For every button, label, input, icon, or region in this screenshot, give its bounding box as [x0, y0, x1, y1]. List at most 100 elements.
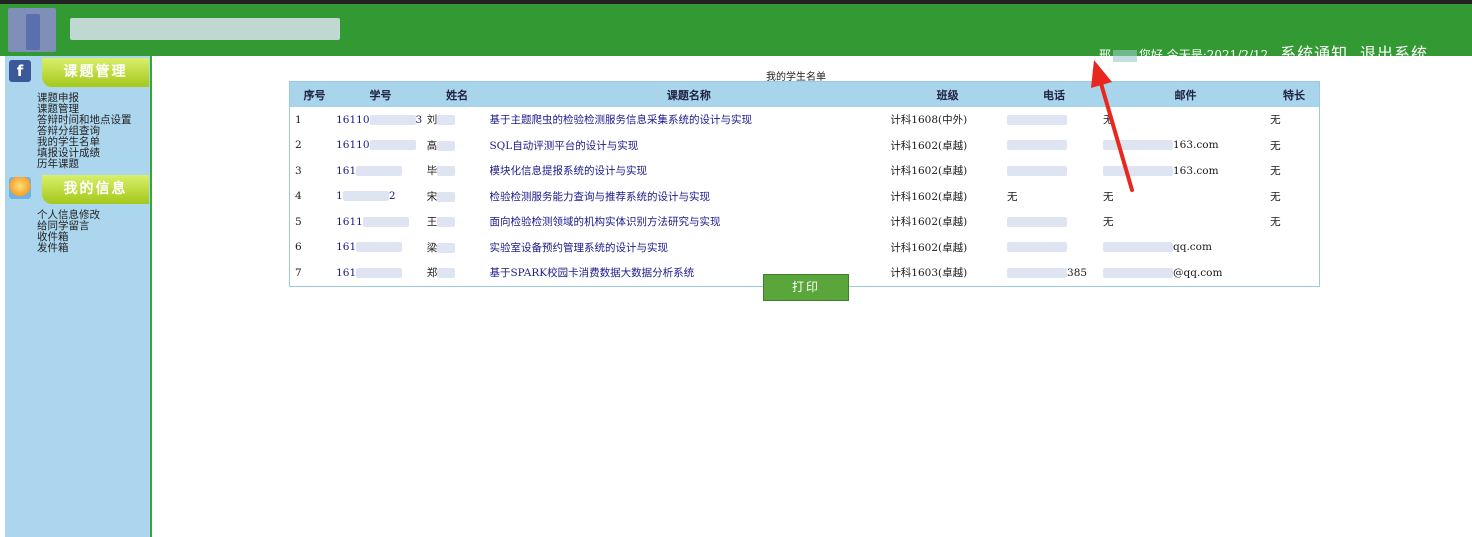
redacted-mask — [437, 191, 456, 202]
redacted-mask — [1007, 140, 1068, 151]
cell-topic: 实验室设备预约管理系统的设计与实现 — [488, 234, 890, 260]
cell-email: 无 — [1102, 107, 1270, 133]
redacted-mask — [1007, 114, 1068, 125]
table-body: 1 16110 3 刘基于主题爬虫的检验检测服务信息采集系统的设计与实现 计科1608(… — [289, 107, 1320, 286]
cell-topic-text: SQL自动评测平台的设计与实现 — [489, 139, 639, 152]
cell-class-text: 计科1602(卓越) — [890, 241, 968, 254]
cell-student-id-text: 161 — [336, 164, 357, 177]
cell-specialty — [1269, 260, 1320, 286]
site-logo — [8, 6, 348, 54]
cell-no-text: 5 — [295, 215, 302, 228]
cell-phone-text: 385 — [1067, 266, 1088, 279]
table-row: 6 161 梁 实验室设备预约管理系统的设计与实现 计科1602(卓越) qq.com — [289, 234, 1320, 260]
cell-specialty: 无 — [1269, 209, 1320, 235]
cell-email-text: 163.com — [1173, 164, 1219, 177]
redacted-mask — [342, 191, 389, 202]
cell-no-text: 6 — [295, 241, 302, 254]
cell-student-id-text: 1 — [336, 190, 343, 203]
redacted-mask — [437, 217, 456, 228]
cell-name: 毕 — [425, 158, 489, 184]
sidebar-item-outbox[interactable]: 发件箱 — [37, 243, 150, 254]
redacted-mask — [1103, 267, 1173, 278]
header-user-area: 邢 您好 今天是:2021/2/12 系统通知 退出系统 — [1099, 40, 1428, 64]
cell-specialty-text: 无 — [1270, 216, 1281, 229]
cell-no: 7 — [289, 260, 336, 286]
cell-student-id-text: 16110 — [336, 139, 370, 152]
sidebar-section-myinfo[interactable]: 我的信息 — [5, 174, 150, 206]
table-header-row: 序号 学号 姓名 课题名称 班级 电话 邮件 特长 — [289, 81, 1320, 107]
cell-topic: 基于主题爬虫的检验检测服务信息采集系统的设计与实现 — [488, 107, 890, 133]
cell-email-text: @qq.com — [1173, 266, 1223, 279]
cell-topic-text: 面向检验检测领域的机构实体识别方法研究与实现 — [489, 216, 721, 229]
cell-no: 2 — [289, 132, 336, 158]
cell-no-text: 4 — [295, 190, 302, 203]
cell-name: 梁 — [425, 234, 489, 260]
cell-class-text: 计科1608(中外) — [890, 114, 968, 127]
redacted-mask — [1007, 242, 1068, 253]
system-notify-link[interactable]: 系统通知 — [1280, 44, 1348, 63]
redacted-mask — [356, 267, 403, 278]
cell-student-id-text: 1611 — [336, 215, 363, 228]
cell-specialty: 无 — [1269, 158, 1320, 184]
redacted-mask — [1103, 242, 1173, 253]
cell-student-id-tail: 3 — [415, 113, 423, 126]
cell-student-id-text: 16110 — [336, 113, 370, 126]
cell-no: 5 — [289, 209, 336, 235]
cell-specialty-text: 无 — [1270, 165, 1281, 178]
col-header-name: 姓名 — [425, 81, 489, 107]
cell-class-text: 计科1602(卓越) — [890, 190, 968, 203]
redacted-mask — [437, 115, 456, 126]
cell-student-id: 161 — [335, 234, 426, 260]
redacted-mask — [1007, 267, 1068, 278]
student-list-table: 序号 学号 姓名 课题名称 班级 电话 邮件 特长 1 16110 3 刘基于主题爬虫… — [289, 81, 1320, 287]
col-header-phone: 电话 — [1006, 81, 1102, 107]
cell-no-text: 2 — [295, 139, 302, 152]
sidebar-item-past-topics[interactable]: 历年课题 — [37, 159, 150, 170]
cell-name-text: 郑 — [426, 267, 438, 280]
cell-class: 计科1602(卓越) — [889, 132, 1007, 158]
cell-topic-text: 实验室设备预约管理系统的设计与实现 — [489, 241, 668, 254]
sidebar-section-title[interactable]: 课题管理 — [42, 58, 149, 87]
cell-student-id: 16110 — [335, 132, 426, 158]
sidebar-section-topics[interactable]: f 课题管理 — [5, 57, 150, 89]
cell-topic-text: 模块化信息提报系统的设计与实现 — [489, 165, 647, 178]
cell-topic-text: 检验检测服务能力查询与推荐系统的设计与实现 — [489, 190, 710, 203]
col-header-no: 序号 — [289, 81, 336, 107]
cell-class: 计科1602(卓越) — [889, 158, 1007, 184]
cell-email: 无 — [1102, 209, 1270, 235]
cell-email: qq.com — [1102, 234, 1270, 260]
cell-phone — [1006, 209, 1102, 235]
cell-student-id-text: 161 — [336, 266, 357, 279]
cell-name-text: 王 — [426, 216, 438, 229]
cell-email-text: 无 — [1103, 114, 1114, 127]
cell-name-text: 高 — [426, 139, 438, 152]
cell-email: 163.com — [1102, 158, 1270, 184]
cell-name: 王 — [425, 209, 489, 235]
cell-student-id-tail: 2 — [388, 190, 396, 203]
cell-no-text: 3 — [295, 164, 302, 177]
cell-student-id: 1611 — [335, 209, 426, 235]
sidebar-section-title[interactable]: 我的信息 — [42, 175, 149, 204]
cell-name-text: 宋 — [426, 190, 438, 203]
sidebar: f 课题管理 课题申报 课题管理 答辩时间和地点设置 答辩分组查询 我的学生名单… — [5, 56, 152, 537]
cell-phone — [1006, 158, 1102, 184]
cell-specialty: 无 — [1269, 132, 1320, 158]
cell-email-text: qq.com — [1173, 241, 1212, 254]
table-row: 4 1 2 宋检验检测服务能力查询与推荐系统的设计与实现 计科1602(卓越) 无无无 — [289, 183, 1320, 209]
user-name: 邢 — [1098, 48, 1111, 62]
col-header-class: 班级 — [889, 81, 1007, 107]
sidebar-menu-topics: 课题申报 课题管理 答辩时间和地点设置 答辩分组查询 我的学生名单 填报设计成绩… — [5, 93, 150, 170]
logout-link[interactable]: 退出系统 — [1360, 44, 1428, 63]
cell-phone — [1006, 132, 1102, 158]
cell-name: 刘 — [425, 107, 489, 133]
cell-specialty-text: 无 — [1270, 114, 1281, 127]
redacted-mask — [1103, 165, 1173, 176]
cell-topic-text: 基于SPARK校园卡消费数据大数据分析系统 — [489, 267, 695, 280]
print-button[interactable]: 打印 — [763, 274, 849, 301]
cell-email-text: 163.com — [1173, 139, 1219, 152]
cell-email: @qq.com — [1102, 260, 1270, 286]
cell-class-text: 计科1602(卓越) — [890, 216, 968, 229]
col-header-email: 邮件 — [1102, 81, 1270, 107]
cell-name-text: 梁 — [426, 241, 438, 254]
cell-name-text: 毕 — [426, 165, 438, 178]
